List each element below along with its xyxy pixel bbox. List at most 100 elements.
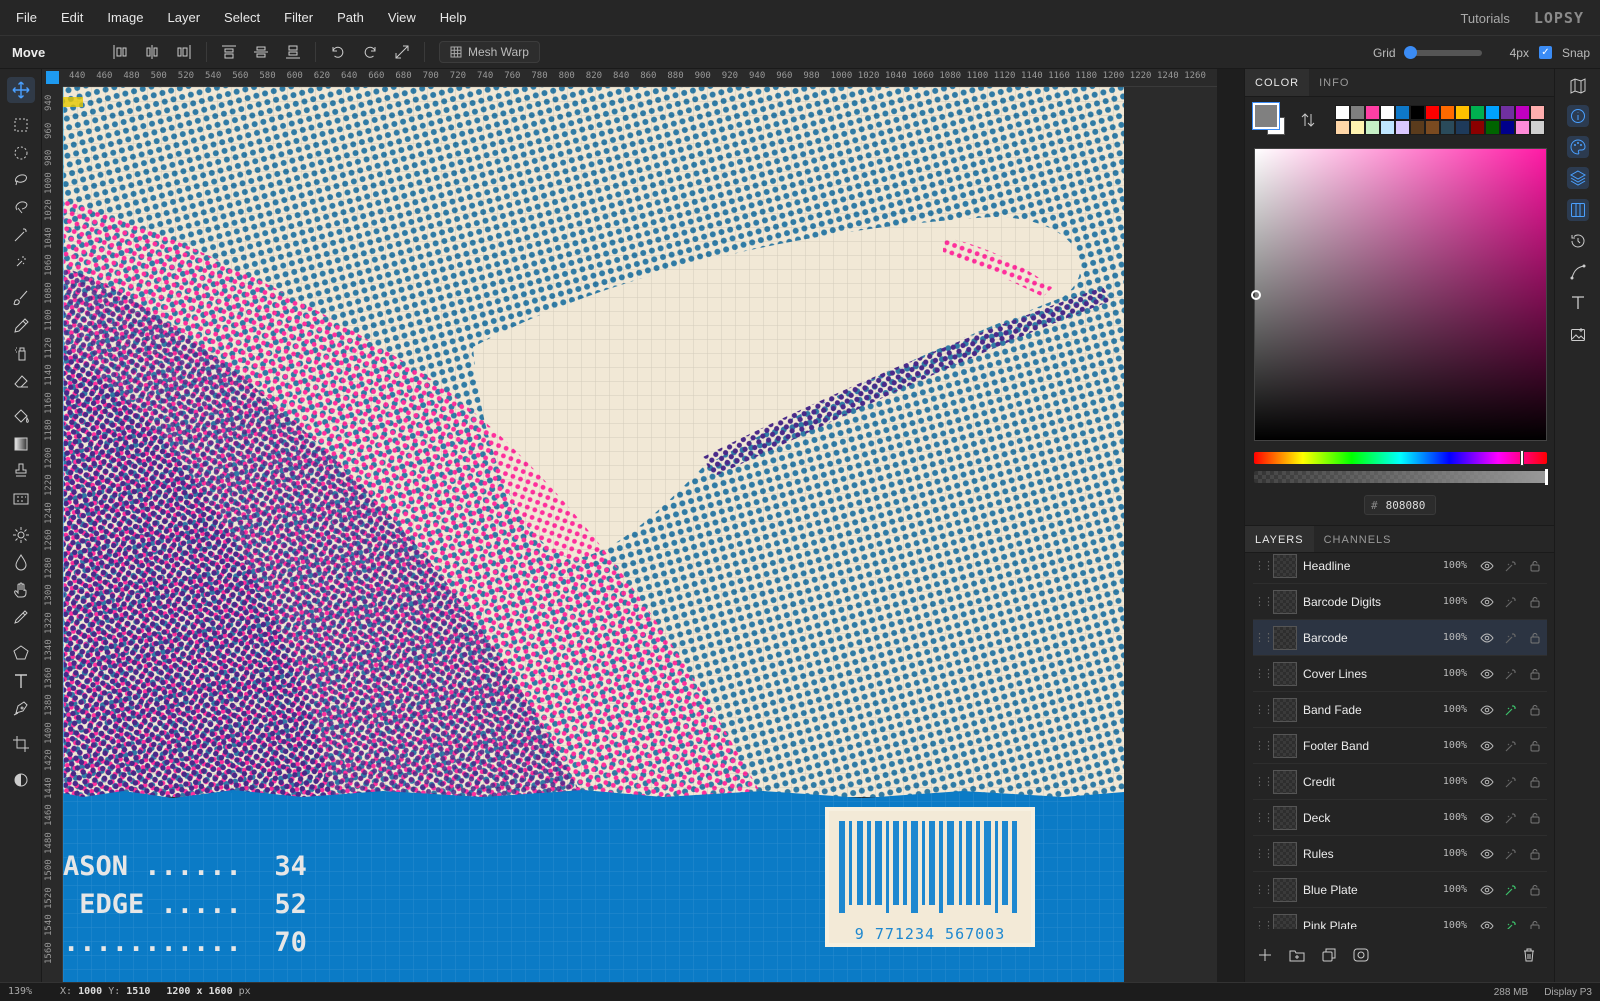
dodge-icon[interactable] [7,522,35,548]
magnetic-lasso-icon[interactable] [7,194,35,220]
drag-handle-icon[interactable]: ⋮⋮ [1253,919,1274,929]
lock-icon[interactable] [1523,590,1547,614]
lock-icon[interactable] [1523,842,1547,866]
polygon-icon[interactable] [7,640,35,666]
tutorials-link[interactable]: Tutorials [1460,11,1509,26]
quick-select-icon[interactable] [7,249,35,275]
layer-opacity[interactable]: 100% [1433,848,1467,859]
image-adjust-icon[interactable] [1567,324,1589,346]
lock-icon[interactable] [1523,914,1547,929]
menu-edit[interactable]: Edit [49,0,95,36]
rotate-cw-icon[interactable] [354,38,386,66]
add-layer-icon[interactable] [1253,943,1277,967]
eraser-icon[interactable] [7,368,35,394]
text-tool-icon[interactable] [7,668,35,694]
layer-row[interactable]: ⋮⋮ Band Fade 100% [1253,692,1547,728]
drag-handle-icon[interactable]: ⋮⋮ [1253,883,1274,896]
sv-picker-cursor[interactable] [1251,290,1261,300]
tab-channels[interactable]: CHANNELS [1314,526,1402,552]
layer-row[interactable]: ⋮⋮ Barcode Digits 100% [1253,584,1547,620]
palette-swatch[interactable] [1485,120,1500,135]
drag-handle-icon[interactable]: ⋮⋮ [1253,739,1274,752]
visibility-eye-icon[interactable] [1475,554,1499,578]
pencil-icon[interactable] [7,313,35,339]
palette-swatch[interactable] [1350,105,1365,120]
layer-row[interactable]: ⋮⋮ Headline 100% [1253,554,1547,584]
tab-info[interactable]: INFO [1309,69,1359,96]
drag-handle-icon[interactable]: ⋮⋮ [1253,559,1274,572]
drag-handle-icon[interactable]: ⋮⋮ [1253,703,1274,716]
palette-swatch[interactable] [1365,105,1380,120]
lasso-icon[interactable] [7,167,35,193]
navigator-icon[interactable] [1567,75,1589,97]
menu-layer[interactable]: Layer [156,0,213,36]
expand-icon[interactable] [386,38,418,66]
palette-swatch[interactable] [1380,105,1395,120]
drag-handle-icon[interactable]: ⋮⋮ [1253,667,1274,680]
contrast-icon[interactable] [7,767,35,793]
layer-effects-icon[interactable] [1499,878,1523,902]
layer-row[interactable]: ⋮⋮ Pink Plate 100% [1253,908,1547,929]
visibility-eye-icon[interactable] [1475,734,1499,758]
swap-colors-icon[interactable] [1301,113,1315,130]
gradient-icon[interactable] [7,431,35,457]
mesh-warp-button[interactable]: Mesh Warp [439,41,540,63]
foreground-color-swatch[interactable] [1252,102,1280,130]
lock-icon[interactable] [1523,554,1547,578]
align-right-icon[interactable] [168,38,200,66]
layer-effects-icon[interactable] [1499,626,1523,650]
palette-swatch[interactable] [1530,105,1545,120]
palette-swatch[interactable] [1455,105,1470,120]
paint-bucket-icon[interactable] [7,403,35,429]
visibility-eye-icon[interactable] [1475,914,1499,929]
palette-swatch[interactable] [1440,120,1455,135]
palette-swatch[interactable] [1425,120,1440,135]
layer-row[interactable]: ⋮⋮ Rules 100% [1253,836,1547,872]
hue-slider[interactable] [1254,450,1547,466]
align-middle-v-icon[interactable] [245,38,277,66]
brush-icon[interactable] [7,285,35,311]
palette-swatch[interactable] [1425,105,1440,120]
pattern-icon[interactable] [7,486,35,512]
lock-icon[interactable] [1523,698,1547,722]
lock-icon[interactable] [1523,734,1547,758]
drag-handle-icon[interactable]: ⋮⋮ [1253,631,1274,644]
visibility-eye-icon[interactable] [1475,662,1499,686]
lock-icon[interactable] [1523,770,1547,794]
magic-wand-icon[interactable] [7,222,35,248]
menu-path[interactable]: Path [325,0,376,36]
layer-opacity[interactable]: 100% [1433,560,1467,571]
lock-icon[interactable] [1523,662,1547,686]
layer-row[interactable]: ⋮⋮ Cover Lines 100% [1253,656,1547,692]
layer-effects-icon[interactable] [1499,590,1523,614]
grid-slider[interactable] [1403,45,1482,59]
menu-filter[interactable]: Filter [272,0,325,36]
grid-slider-knob[interactable] [1403,45,1417,59]
pen-icon[interactable] [7,695,35,721]
layer-opacity[interactable]: 100% [1433,812,1467,823]
zoom-level[interactable]: 139% [0,986,52,997]
visibility-eye-icon[interactable] [1475,806,1499,830]
visibility-eye-icon[interactable] [1475,878,1499,902]
palette-swatch[interactable] [1470,120,1485,135]
visibility-eye-icon[interactable] [1475,698,1499,722]
eyedropper-icon[interactable] [7,604,35,630]
palette-swatch[interactable] [1410,120,1425,135]
menu-view[interactable]: View [376,0,428,36]
channels-icon[interactable] [1567,199,1589,221]
palette-swatch[interactable] [1530,120,1545,135]
drag-handle-icon[interactable]: ⋮⋮ [1253,595,1274,608]
lock-icon[interactable] [1523,626,1547,650]
layer-effects-icon[interactable] [1499,662,1523,686]
color-palette-icon[interactable] [1567,136,1589,158]
drag-handle-icon[interactable]: ⋮⋮ [1253,775,1274,788]
menu-file[interactable]: File [0,0,49,36]
align-left-icon[interactable] [104,38,136,66]
visibility-eye-icon[interactable] [1475,626,1499,650]
alpha-slider[interactable] [1254,469,1548,485]
crop-icon[interactable] [7,731,35,757]
menu-help[interactable]: Help [428,0,479,36]
palette-swatch[interactable] [1455,120,1470,135]
lock-icon[interactable] [1523,878,1547,902]
marquee-ellipse-icon[interactable] [7,140,35,166]
